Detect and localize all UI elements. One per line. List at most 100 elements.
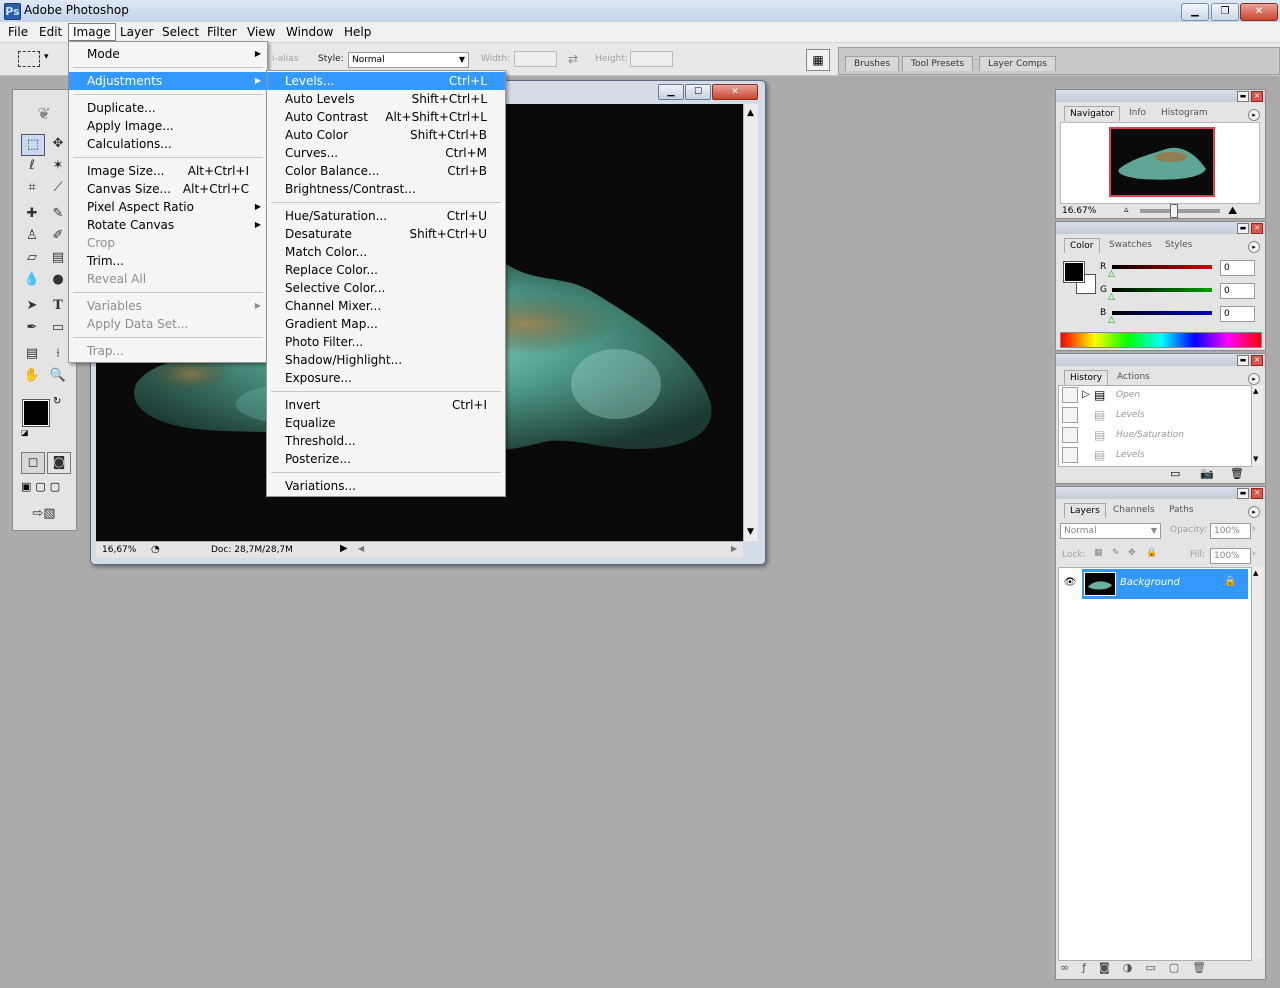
zoom-tool-icon[interactable]: 🔍 [47,366,69,386]
slider-thumb-icon[interactable]: △ [1108,315,1115,325]
menu-item-hue-saturation[interactable]: Hue/Saturation... Ctrl+U [267,207,505,225]
menu-item-exposure[interactable]: Exposure... [267,369,505,387]
history-item[interactable]: ▤ Levels [1060,406,1252,424]
tab-styles[interactable]: Styles [1160,238,1197,252]
layers-scrollbar[interactable]: ▲ [1252,567,1263,959]
panel-minimize-icon[interactable]: ▬ [1237,223,1249,234]
menu-item-auto-levels[interactable]: Auto Levels Shift+Ctrl+L [267,90,505,108]
menu-item-selective-color[interactable]: Selective Color... [267,279,505,297]
menu-item-shadow-highlight[interactable]: Shadow/Highlight... [267,351,505,369]
doc-minimize-button[interactable]: ▁ [658,84,684,100]
slider-thumb-icon[interactable]: △ [1108,269,1115,279]
panel-options-icon[interactable]: ▸ [1248,109,1260,121]
menu-item-color-balance[interactable]: Color Balance... Ctrl+B [267,162,505,180]
layer-mask-icon[interactable]: ◙ [1099,961,1123,974]
height-input[interactable] [630,51,673,67]
swap-colors-icon[interactable]: ↻ [53,396,61,407]
channel-g-input[interactable]: 0 [1220,283,1255,299]
scroll-down-icon[interactable]: ▼ [1253,455,1258,463]
history-item[interactable]: ▤ Hue/Saturation [1060,426,1252,444]
navigator-zoom-value[interactable]: 16.67% [1062,206,1096,216]
well-tab-brushes[interactable]: Brushes [845,56,900,71]
shape-tool-icon[interactable]: ▭ [47,318,69,338]
history-source-checkbox[interactable] [1062,407,1078,423]
menu-item-apply-image[interactable]: Apply Image... [69,117,267,135]
tab-navigator[interactable]: Navigator [1064,106,1121,121]
jump-to-imageready-icon[interactable]: ⇨▧ [21,504,67,524]
eraser-tool-icon[interactable]: ▱ [21,248,43,268]
layer-style-icon[interactable]: ƒ [1082,961,1099,974]
new-document-from-state-icon[interactable]: ▭ [1170,467,1180,480]
navigator-zoom-slider[interactable] [1140,209,1220,213]
menu-layer[interactable]: Layer [116,24,157,40]
scroll-up-icon[interactable]: ▲ [747,108,754,118]
preset-dropdown-arrow-icon[interactable]: ▾ [44,52,49,62]
menu-item-brightness-contrast[interactable]: Brightness/Contrast... [267,180,505,198]
hand-tool-icon[interactable]: ✋ [21,366,43,386]
style-select[interactable]: Normal ▼ [348,52,469,68]
adjustment-layer-icon[interactable]: ◑ [1123,961,1146,974]
crop-tool-icon[interactable]: ⌗ [21,178,43,198]
history-source-checkbox[interactable] [1062,427,1078,443]
menu-item-rotate-canvas[interactable]: Rotate Canvas ▶ [69,216,267,234]
menu-item-pixel-aspect-ratio[interactable]: Pixel Aspect Ratio ▶ [69,198,267,216]
panel-close-icon[interactable]: ✕ [1251,488,1263,499]
menu-item-canvas-size[interactable]: Canvas Size... Alt+Ctrl+C [69,180,267,198]
opacity-input[interactable]: 100% [1210,523,1251,539]
marquee-preset-icon[interactable] [18,51,40,67]
channel-b-input[interactable]: 0 [1220,306,1255,322]
well-tab-layer-comps[interactable]: Layer Comps [979,56,1056,71]
lock-pixels-icon[interactable]: ✎ [1112,548,1120,558]
tab-info[interactable]: Info [1124,106,1151,120]
menu-filter[interactable]: Filter [203,24,241,40]
menu-item-gradient-map[interactable]: Gradient Map... [267,315,505,333]
tab-paths[interactable]: Paths [1164,503,1198,517]
panel-minimize-icon[interactable]: ▬ [1237,488,1249,499]
notes-tool-icon[interactable]: ▤ [21,344,43,364]
slice-tool-icon[interactable]: ⟋ [47,178,69,198]
trash-icon[interactable]: 🗑 [1230,467,1244,480]
history-item[interactable]: ▷ ▤ Open [1060,386,1252,404]
fill-arrow-icon[interactable]: › [1252,549,1256,559]
new-snapshot-icon[interactable]: 📷 [1200,467,1214,480]
lasso-tool-icon[interactable]: ℓ [21,156,43,176]
preview-icon[interactable]: ◔ [151,544,160,555]
magic-wand-icon[interactable]: ✶ [47,156,69,176]
panel-minimize-icon[interactable]: ▬ [1237,91,1249,102]
tab-channels[interactable]: Channels [1108,503,1160,517]
menu-item-auto-color[interactable]: Auto Color Shift+Ctrl+B [267,126,505,144]
menu-item-duplicate[interactable]: Duplicate... [69,99,267,117]
tab-swatches[interactable]: Swatches [1104,238,1157,252]
status-menu-arrow-icon[interactable]: ▶ [340,543,348,554]
menu-item-threshold[interactable]: Threshold... [267,432,505,450]
minimize-button[interactable]: ▁ [1181,3,1209,21]
menu-item-desaturate[interactable]: Desaturate Shift+Ctrl+U [267,225,505,243]
doc-maximize-button[interactable]: ☐ [685,84,711,100]
panel-options-icon[interactable]: ▸ [1248,241,1260,253]
pen-tool-icon[interactable]: ✒ [21,318,43,338]
layer-name[interactable]: Background [1120,577,1180,588]
navigator-view-box[interactable] [1109,127,1215,197]
gradient-tool-icon[interactable]: ▤ [47,248,69,268]
scroll-up-icon[interactable]: ▲ [1253,387,1258,395]
panel-close-icon[interactable]: ✕ [1251,223,1263,234]
menu-window[interactable]: Window [282,24,337,40]
menu-help[interactable]: Help [340,24,375,40]
layer-row-background[interactable]: Background 🔒 [1082,569,1248,599]
close-button[interactable]: ✕ [1240,3,1278,21]
restore-button[interactable]: ❐ [1211,3,1239,21]
well-tab-tool-presets[interactable]: Tool Presets [902,56,974,71]
tab-actions[interactable]: Actions [1112,370,1155,384]
panel-options-icon[interactable]: ▸ [1248,373,1260,385]
eye-icon[interactable]: 👁 [1059,569,1081,597]
lock-position-icon[interactable]: ✥ [1128,548,1136,558]
new-group-icon[interactable]: ▭ [1145,961,1168,974]
menu-view[interactable]: View [243,24,279,40]
menu-item-channel-mixer[interactable]: Channel Mixer... [267,297,505,315]
menu-select[interactable]: Select [158,24,203,40]
panel-close-icon[interactable]: ✕ [1251,355,1263,366]
tab-history[interactable]: History [1064,370,1109,385]
menu-item-match-color[interactable]: Match Color... [267,243,505,261]
zoom-slider-thumb[interactable] [1170,204,1178,218]
slider-thumb-icon[interactable]: △ [1108,292,1115,302]
